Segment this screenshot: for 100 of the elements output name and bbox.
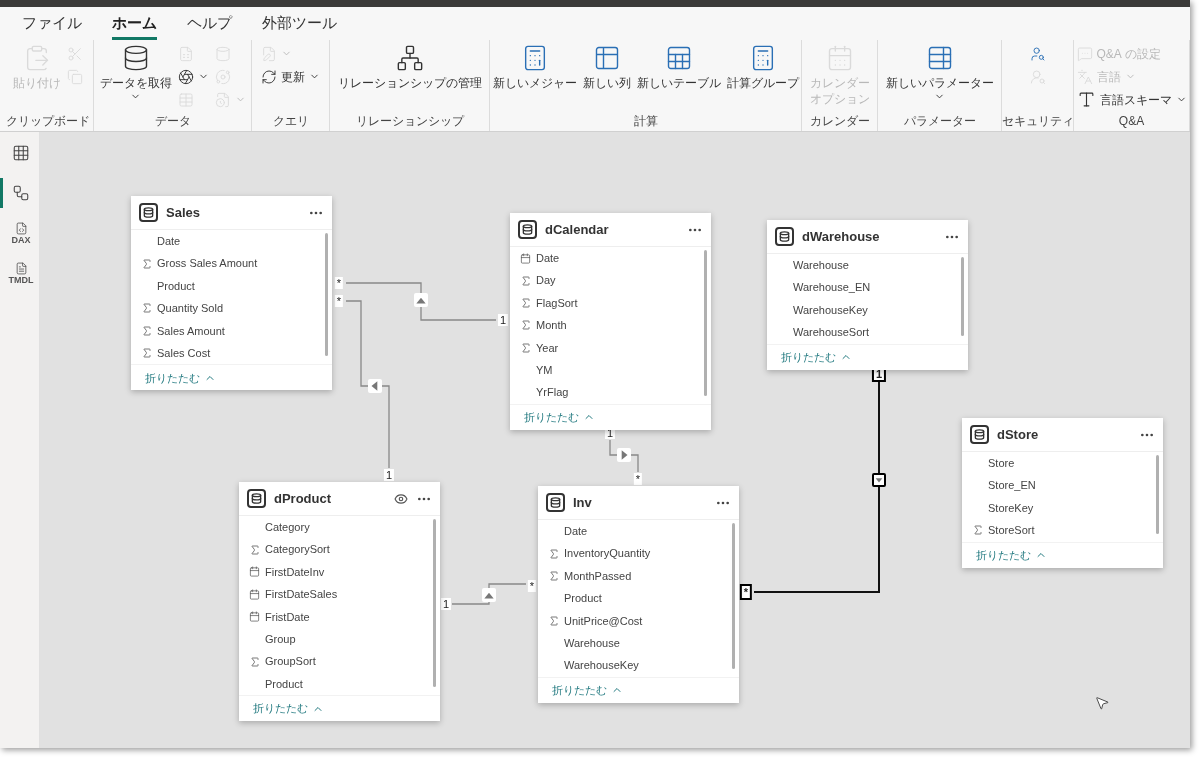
- menu-tab[interactable]: 外部ツール: [262, 11, 337, 40]
- field-row[interactable]: Sales Amount: [131, 319, 332, 342]
- ribbon-button[interactable]: 新しい列: [580, 42, 633, 91]
- menu-tab[interactable]: ホーム: [112, 11, 157, 40]
- field-row[interactable]: WarehouseKey: [767, 298, 968, 322]
- table-card[interactable]: dProduct Category CategorySort FirstDateInv FirstDateSales FristDate Group GroupSort Product 折りたたむ: [239, 482, 440, 722]
- collapse-link[interactable]: 折りたたむ: [239, 695, 440, 722]
- table-card[interactable]: dStore Store Store_EN StoreKey StoreSort 折りたたむ: [962, 418, 1163, 568]
- field-row[interactable]: Date: [510, 247, 711, 270]
- ribbon-button[interactable]: 計算グループ: [724, 42, 801, 91]
- field-row[interactable]: Quantity Sold: [131, 297, 332, 320]
- scrollbar[interactable]: [433, 519, 436, 688]
- collapse-link[interactable]: 折りたたむ: [767, 343, 968, 370]
- field-name: WarehouseSort: [793, 325, 870, 341]
- relationship-line[interactable]: [753, 486, 880, 593]
- field-row[interactable]: Gross Sales Amount: [131, 252, 332, 275]
- field-row[interactable]: Product: [131, 274, 332, 298]
- table-view-icon: [12, 144, 30, 162]
- file-icon: [14, 221, 28, 235]
- field-row[interactable]: Date: [131, 230, 332, 253]
- field-row[interactable]: Month: [510, 314, 711, 337]
- field-name: YrFlag: [536, 385, 569, 401]
- field-name: Date: [157, 233, 181, 249]
- cardinality-label: *: [334, 295, 344, 307]
- field-row[interactable]: WarehouseKey: [538, 654, 739, 677]
- field-row[interactable]: YrFlag: [510, 381, 711, 404]
- field-name: FristDate: [265, 609, 310, 625]
- table-title: dWarehouse: [802, 227, 881, 246]
- collapse-link[interactable]: 折りたたむ: [538, 676, 739, 703]
- table-card[interactable]: dWarehouse Warehouse Warehouse_EN WarehouseKey WarehouseSort 折りたたむ: [767, 220, 968, 370]
- collapse-link[interactable]: 折りたたむ: [510, 403, 711, 430]
- field-row[interactable]: Warehouse_EN: [767, 276, 968, 299]
- calendar-icon: [249, 588, 260, 600]
- table-icon: [247, 489, 266, 508]
- sigma-icon: [520, 319, 532, 332]
- field-row[interactable]: Product: [239, 672, 440, 696]
- ribbon-button[interactable]: 新しいメジャー: [490, 42, 579, 91]
- comment-icon: [1076, 45, 1093, 62]
- menu-tab[interactable]: ファイル: [22, 11, 82, 40]
- field-row[interactable]: Store_EN: [962, 474, 1163, 497]
- ribbon-button[interactable]: データを取得: [97, 42, 174, 102]
- field-row[interactable]: Sales Cost: [131, 341, 332, 365]
- field-row[interactable]: Date: [538, 520, 739, 543]
- field-row[interactable]: Day: [510, 269, 711, 292]
- group-label: セキュリティ: [1001, 114, 1074, 130]
- field-row[interactable]: InventoryQuantity: [538, 542, 739, 565]
- sigma-icon: [548, 614, 560, 627]
- field-row[interactable]: YM: [510, 358, 711, 382]
- user-search-icon: [1029, 45, 1046, 62]
- ribbon-button[interactable]: 新しいパラメーター: [883, 42, 996, 102]
- scrollbar[interactable]: [325, 233, 328, 357]
- cardinality-label: *: [739, 584, 753, 600]
- scrollbar[interactable]: [704, 250, 707, 396]
- scrollbar[interactable]: [732, 523, 735, 669]
- view-button[interactable]: DAX: [0, 218, 40, 248]
- field-name: Year: [536, 340, 559, 356]
- field-row[interactable]: Group: [239, 627, 440, 651]
- aperture-icon: [177, 68, 194, 85]
- ribbon-button[interactable]: リレーションシップの管理: [335, 42, 484, 91]
- table-icon: [775, 227, 794, 246]
- scrollbar[interactable]: [1156, 455, 1159, 534]
- field-row[interactable]: Warehouse: [767, 254, 968, 277]
- field-row[interactable]: FlagSort: [510, 291, 711, 315]
- field-row[interactable]: FirstDateInv: [239, 560, 440, 584]
- field-row[interactable]: MonthPassed: [538, 564, 739, 588]
- field-row[interactable]: StoreKey: [962, 496, 1163, 520]
- sigma-icon: [520, 296, 532, 309]
- cardinality-label: 1: [440, 598, 452, 610]
- field-row[interactable]: StoreSort: [962, 519, 1163, 542]
- view-button[interactable]: TMDL: [0, 258, 40, 288]
- eye-icon[interactable]: [394, 491, 408, 506]
- refresh-icon: [261, 68, 277, 85]
- scrollbar[interactable]: [961, 257, 964, 336]
- table-card[interactable]: Sales Date Gross Sales Amount Product Quantity Sold Sales Amount Sales Cost 折りたたむ: [131, 196, 332, 391]
- field-row[interactable]: Store: [962, 452, 1163, 475]
- field-row[interactable]: Year: [510, 336, 711, 359]
- menu-tab[interactable]: ヘルプ: [187, 11, 232, 40]
- field-row[interactable]: CategorySort: [239, 538, 440, 561]
- field-name: FlagSort: [536, 295, 578, 311]
- field-row[interactable]: GroupSort: [239, 650, 440, 673]
- file-clock-icon: [214, 91, 231, 108]
- table-title: dCalendar: [545, 220, 610, 239]
- table-card[interactable]: dCalendar Date Day FlagSort Month Year YM YrFlag 折りたたむ: [510, 213, 711, 430]
- sigma-icon: [141, 257, 153, 270]
- field-row[interactable]: FirstDateSales: [239, 583, 440, 606]
- ribbon-button[interactable]: 新しいテーブル: [634, 42, 723, 91]
- field-row[interactable]: Category: [239, 516, 440, 539]
- field-row[interactable]: Product: [538, 587, 739, 610]
- table-card[interactable]: Inv Date InventoryQuantity MonthPassed Product UnitPrice@Cost Warehouse WarehouseKey 折りたたむ: [538, 486, 739, 703]
- field-row[interactable]: FristDate: [239, 605, 440, 628]
- field-name: Month: [536, 318, 567, 334]
- collapse-link[interactable]: 折りたたむ: [131, 364, 332, 391]
- ribbon-button[interactable]: 言語スキーマ: [1074, 88, 1189, 111]
- table-title: dStore: [997, 425, 1040, 444]
- field-row[interactable]: UnitPrice@Cost: [538, 609, 739, 632]
- ribbon-button[interactable]: 更新: [259, 65, 322, 88]
- field-row[interactable]: Warehouse: [538, 631, 739, 655]
- collapse-link[interactable]: 折りたたむ: [962, 541, 1163, 568]
- field-row[interactable]: WarehouseSort: [767, 321, 968, 344]
- group-label: Q&A: [1118, 114, 1145, 130]
